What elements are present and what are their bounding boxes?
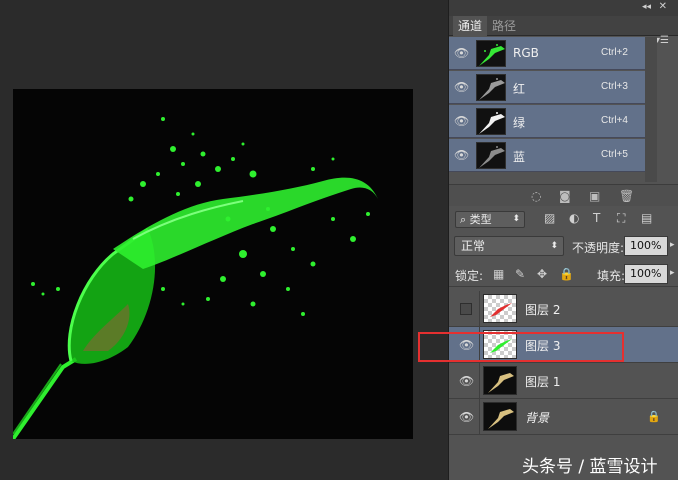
document-canvas[interactable] <box>13 89 413 439</box>
layer-filter-select[interactable]: ⌕ 类型 ⬍ <box>455 211 525 228</box>
load-selection-icon[interactable]: ◌ <box>531 189 541 203</box>
channel-row-red[interactable]: 👁 红 Ctrl+3 <box>449 71 645 104</box>
channel-row-green[interactable]: 👁 绿 Ctrl+4 <box>449 105 645 138</box>
lock-icon: 🔒 <box>647 410 661 423</box>
blend-mode-value: 正常 <box>461 239 486 253</box>
channels-panel: ◂◂ ✕ 通道 路径 ▾☰ 👁 RGB Ctrl+2 👁 红 Ctrl+3 👁 … <box>448 0 678 207</box>
channel-thumbnail <box>476 74 506 101</box>
layer-name[interactable]: 图层 2 <box>525 301 560 318</box>
divider <box>479 291 480 327</box>
eye-icon[interactable]: 👁 <box>459 374 474 388</box>
eye-icon[interactable]: 👁 <box>454 81 469 93</box>
shape-filter-icon[interactable]: ⛶ <box>617 211 625 226</box>
eye-icon[interactable]: 👁 <box>459 410 474 424</box>
fill-input[interactable]: 100% <box>624 264 668 284</box>
channel-thumbnail <box>476 108 506 135</box>
new-channel-icon[interactable]: ▣ <box>589 189 600 203</box>
eye-icon[interactable]: 👁 <box>454 115 469 127</box>
double-chevron-left-icon[interactable]: ◂◂ <box>642 2 651 12</box>
chevron-updown-icon: ⬍ <box>512 214 520 224</box>
opacity-input[interactable]: 100% <box>624 236 668 256</box>
layer-thumbnail <box>483 294 517 323</box>
layer-name[interactable]: 背景 <box>525 409 549 426</box>
chevron-right-icon[interactable]: ▸ <box>670 240 675 250</box>
channel-shortcut: Ctrl+4 <box>601 115 628 126</box>
channels-scrollbar[interactable] <box>645 37 657 182</box>
watermark: 头条号 / 蓝雪设计 <box>522 457 658 477</box>
layer-row-background[interactable]: 👁 背景 🔒 <box>449 399 678 435</box>
adjustment-filter-icon[interactable]: ◐ <box>569 211 579 225</box>
image-filter-icon[interactable]: ▨ <box>544 211 555 225</box>
lock-row: 锁定: ▦ ✎ ✥ 🔒 填充: 100% ▸ <box>449 263 678 287</box>
layer-thumbnail <box>483 402 517 431</box>
layer-filter-row: ⌕ 类型 ⬍ ▨ ◐ T ⛶ ▤ <box>449 207 678 231</box>
channel-thumbnail <box>476 40 506 67</box>
chevron-right-icon[interactable]: ▸ <box>670 268 675 278</box>
channel-row-rgb[interactable]: 👁 RGB Ctrl+2 <box>449 37 645 70</box>
blend-mode-select[interactable]: 正常 ⬍ <box>454 236 564 256</box>
champagne-splash-image <box>13 89 413 439</box>
channels-footer: ◌ ◙ ▣ 🗑 <box>449 184 678 206</box>
tab-paths[interactable]: 路径 <box>487 16 521 36</box>
layer-thumbnail <box>483 366 517 395</box>
channel-name: 蓝 <box>513 150 526 164</box>
save-selection-icon[interactable]: ◙ <box>559 189 571 203</box>
lock-image-icon[interactable]: ✎ <box>515 267 525 281</box>
filter-label: 类型 <box>469 213 492 226</box>
blend-row: 正常 ⬍ 不透明度: 100% ▸ <box>449 235 678 259</box>
lock-transparent-icon[interactable]: ▦ <box>493 267 504 281</box>
lock-position-icon[interactable]: ✥ <box>537 267 547 281</box>
canvas-area[interactable] <box>0 0 448 480</box>
fill-label: 填充: <box>597 269 626 283</box>
channel-shortcut: Ctrl+2 <box>601 47 628 58</box>
channel-shortcut: Ctrl+5 <box>601 149 628 160</box>
divider <box>479 363 480 399</box>
visibility-toggle[interactable] <box>460 303 472 315</box>
channel-row-blue[interactable]: 👁 蓝 Ctrl+5 <box>449 139 645 172</box>
eye-icon[interactable]: 👁 <box>454 149 469 161</box>
divider <box>479 399 480 435</box>
close-icon[interactable]: ✕ <box>659 1 667 12</box>
layer-row[interactable]: 👁 图层 1 <box>449 363 678 399</box>
smart-object-filter-icon[interactable]: ▤ <box>641 211 652 225</box>
channel-name: 红 <box>513 82 526 96</box>
panel-titlebar: ◂◂ ✕ <box>449 0 678 16</box>
panel-menu-icon[interactable]: ▾☰ <box>655 35 669 46</box>
type-filter-icon[interactable]: T <box>593 211 600 225</box>
layer-row[interactable]: 图层 2 <box>449 291 678 327</box>
channels-tabs: 通道 路径 ▾☰ <box>449 16 678 46</box>
delete-channel-icon[interactable]: 🗑 <box>619 189 634 203</box>
channel-name: RGB <box>513 46 539 60</box>
lock-all-icon[interactable]: 🔒 <box>559 267 574 281</box>
eye-icon[interactable]: 👁 <box>454 47 469 59</box>
search-icon: ⌕ <box>460 213 467 226</box>
opacity-label: 不透明度: <box>572 241 625 255</box>
channel-shortcut: Ctrl+3 <box>601 81 628 92</box>
tab-channels[interactable]: 通道 <box>453 16 488 36</box>
annotation-highlight-box <box>418 332 624 362</box>
channel-thumbnail <box>476 142 506 169</box>
chevron-updown-icon: ⬍ <box>550 241 558 251</box>
channel-name: 绿 <box>513 116 526 130</box>
lock-label: 锁定: <box>455 269 484 283</box>
layer-name[interactable]: 图层 1 <box>525 373 560 390</box>
